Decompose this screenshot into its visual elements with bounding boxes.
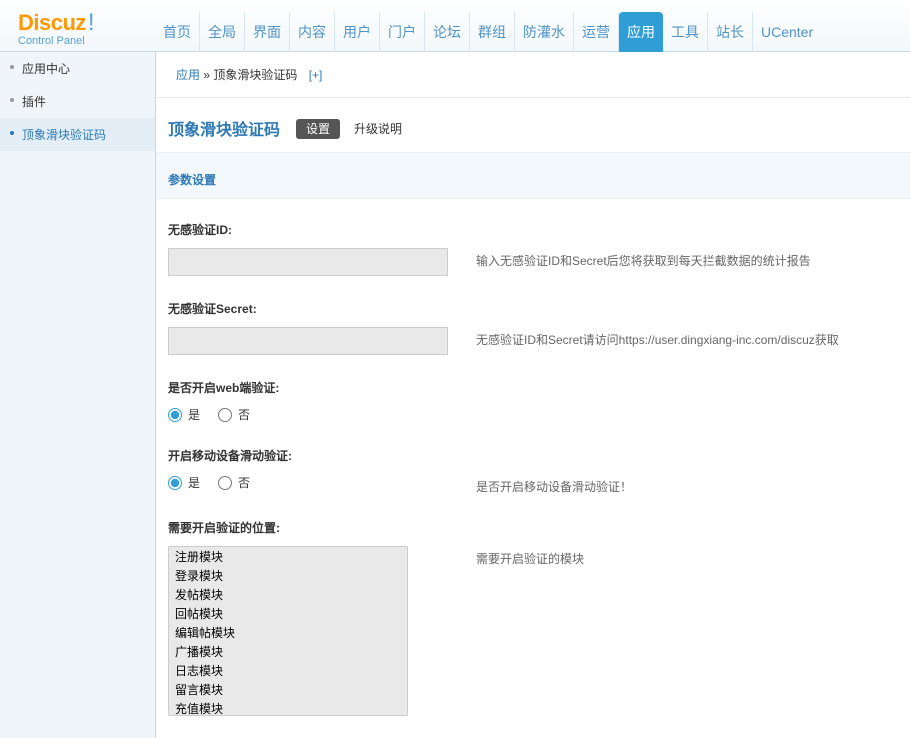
topnav-item-3[interactable]: 内容 [290,12,335,52]
web-verify-no-radio[interactable] [218,408,232,422]
sidebar-item-1[interactable]: 插件 [0,85,155,118]
sidebar-item-0[interactable]: 应用中心 [0,52,155,85]
positions-select[interactable]: 注册模块登录模块发帖模块回帖模块编辑帖模块广播模块日志模块留言模块充值模块找密模… [168,546,408,716]
positions-option-2[interactable]: 发帖模块 [169,585,407,604]
breadcrumb-sep: » [200,68,213,82]
app-id-input[interactable] [168,248,448,276]
mobile-verify-no-text: 否 [238,474,250,491]
app-id-hint: 输入无感验证ID和Secret后您将获取到每天拦截数据的统计报告 [476,248,898,269]
web-verify-yes-radio[interactable] [168,408,182,422]
page-tab-0[interactable]: 设置 [296,119,340,139]
positions-option-7[interactable]: 留言模块 [169,680,407,699]
mobile-verify-no[interactable]: 否 [218,474,250,491]
web-verify-label: 是否开启web端验证: [168,379,898,396]
web-verify-yes[interactable]: 是 [168,406,200,423]
page-tabs: 顶象滑块验证码 设置升级说明 [156,98,910,152]
topnav-item-12[interactable]: 站长 [708,12,753,52]
app-secret-label: 无感验证Secret: [168,300,898,317]
breadcrumb: 应用 » 顶象滑块验证码 [+] [156,52,910,98]
sidebar-item-2[interactable]: 顶象滑块验证码 [0,118,155,151]
positions-option-4[interactable]: 编辑帖模块 [169,623,407,642]
app-secret-hint: 无感验证ID和Secret请访问https://user.dingxiang-i… [476,327,898,348]
topnav-item-5[interactable]: 门户 [380,12,425,52]
mobile-verify-yes[interactable]: 是 [168,474,200,491]
topnav-item-6[interactable]: 论坛 [425,12,470,52]
positions-option-6[interactable]: 日志模块 [169,661,407,680]
settings-form: 无感验证ID: 输入无感验证ID和Secret后您将获取到每天拦截数据的统计报告… [156,199,910,738]
positions-option-5[interactable]: 广播模块 [169,642,407,661]
mobile-verify-label: 开启移动设备滑动验证: [168,447,898,464]
breadcrumb-current: 顶象滑块验证码 [213,68,297,82]
positions-option-8[interactable]: 充值模块 [169,699,407,716]
web-verify-no-text: 否 [238,406,250,423]
positions-option-0[interactable]: 注册模块 [169,547,407,566]
topnav-item-2[interactable]: 界面 [245,12,290,52]
sidebar: 应用中心插件顶象滑块验证码 [0,52,155,738]
logo-main: Discuz [18,10,86,35]
top-nav: 首页全局界面内容用户门户论坛群组防灌水运营应用工具站长UCenter [155,12,821,52]
logo: Discuz! Control Panel [0,3,155,51]
positions-label: 需要开启验证的位置: [168,519,898,536]
topnav-item-1[interactable]: 全局 [200,12,245,52]
breadcrumb-root[interactable]: 应用 [176,68,200,82]
breadcrumb-plus[interactable]: [+] [309,68,323,82]
topnav-item-8[interactable]: 防灌水 [515,12,574,52]
app-id-label: 无感验证ID: [168,221,898,238]
topnav-item-9[interactable]: 运营 [574,12,619,52]
section-title: 参数设置 [156,152,910,199]
page-title: 顶象滑块验证码 [168,116,280,140]
mobile-verify-yes-radio[interactable] [168,476,182,490]
topnav-item-7[interactable]: 群组 [470,12,515,52]
app-secret-input[interactable] [168,327,448,355]
page-tab-1[interactable]: 升级说明 [354,122,402,136]
web-verify-no[interactable]: 否 [218,406,250,423]
web-verify-yes-text: 是 [188,406,200,423]
topnav-item-13[interactable]: UCenter [753,12,821,52]
mobile-verify-hint: 是否开启移动设备滑动验证！ [476,474,898,495]
positions-option-1[interactable]: 登录模块 [169,566,407,585]
topnav-item-0[interactable]: 首页 [155,12,200,52]
positions-hint: 需要开启验证的模块 [476,546,898,567]
topnav-item-10[interactable]: 应用 [619,12,663,52]
mobile-verify-yes-text: 是 [188,474,200,491]
topnav-item-4[interactable]: 用户 [335,12,380,52]
logo-bang: ! [88,9,95,36]
topnav-item-11[interactable]: 工具 [663,12,708,52]
mobile-verify-no-radio[interactable] [218,476,232,490]
positions-option-3[interactable]: 回帖模块 [169,604,407,623]
main-content: 应用 » 顶象滑块验证码 [+] 顶象滑块验证码 设置升级说明 参数设置 无感验… [155,52,910,738]
